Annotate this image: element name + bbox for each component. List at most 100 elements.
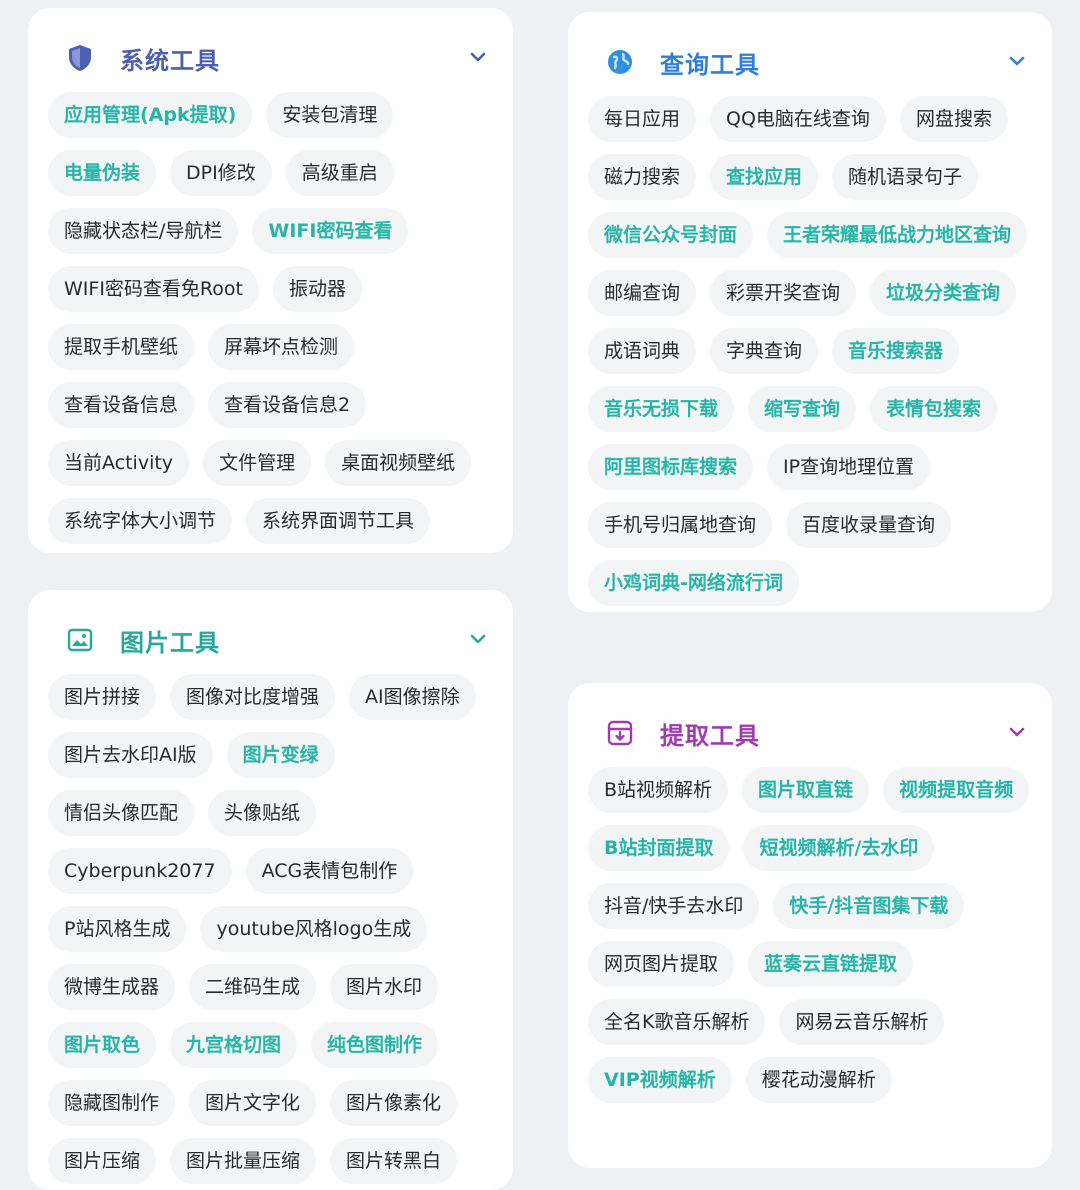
- tool-chip-list: 应用管理(Apk提取) 安装包清理电量伪装 DPI修改 高级重启 隐藏状态栏/导航栏 WI…: [48, 92, 493, 553]
- system-tools-header[interactable]: 系统工具: [48, 30, 493, 86]
- image-icon: [66, 626, 94, 654]
- query-tools-header[interactable]: 查询工具: [588, 34, 1032, 90]
- tool-chip[interactable]: 微博生成器: [48, 964, 176, 1010]
- section-title: 查询工具: [660, 50, 760, 79]
- tool-chip[interactable]: DPI修改: [170, 150, 272, 196]
- tool-chip[interactable]: 王者荣耀最低战力地区查询: [767, 212, 1028, 258]
- tool-chip[interactable]: 小鸡词典-网络流行词: [588, 560, 799, 606]
- tool-chip[interactable]: 手机号归属地查询: [588, 502, 773, 548]
- tool-chip[interactable]: 阿里图标库搜索: [588, 444, 754, 490]
- tool-chip[interactable]: 二维码生成: [189, 964, 317, 1010]
- tool-chip[interactable]: 振动器: [272, 266, 362, 312]
- tool-chip[interactable]: 磁力搜索: [588, 154, 697, 200]
- tool-chip[interactable]: 蓝奏云直链提取: [748, 941, 914, 987]
- tool-chip[interactable]: youtube风格logo生成: [200, 906, 428, 952]
- tool-chip[interactable]: B站封面提取: [588, 825, 730, 871]
- chevron-down-icon[interactable]: [467, 46, 489, 68]
- tool-chip[interactable]: 头像贴纸: [208, 790, 317, 836]
- section-title: 系统工具: [120, 46, 220, 75]
- chevron-down-icon[interactable]: [1006, 50, 1028, 72]
- tool-chip[interactable]: WIFI密码查看免Root: [48, 266, 259, 312]
- tool-chip[interactable]: 字典查询: [710, 328, 819, 374]
- extract-tools-header[interactable]: 提取工具: [588, 705, 1032, 761]
- tool-chip[interactable]: 屏幕坏点检测: [208, 324, 355, 370]
- tool-chip[interactable]: 图片取色: [48, 1022, 157, 1068]
- tool-chip[interactable]: 网易云音乐解析: [779, 999, 945, 1045]
- tool-chip[interactable]: 表情包搜索: [870, 386, 998, 432]
- tool-chip[interactable]: 全名K歌音乐解析: [588, 999, 766, 1045]
- tool-chip[interactable]: 音乐搜索器: [832, 328, 960, 374]
- tool-chip[interactable]: 每日应用: [588, 96, 697, 142]
- tool-chip[interactable]: 查看设备信息2: [208, 382, 367, 428]
- section-title: 图片工具: [120, 628, 220, 657]
- tool-chip[interactable]: 桌面视频壁纸: [325, 440, 472, 486]
- tool-chip[interactable]: 九宫格切图: [170, 1022, 298, 1068]
- image-tools-card: 图片工具 图片拼接 图像对比度增强 AI图像擦除图片去水印AI版 图片变绿 情侣头像匹配…: [28, 590, 513, 1190]
- shield-icon: [66, 44, 94, 72]
- query-tools-card: 查询工具 每日应用 QQ电脑在线查询 网盘搜索磁力搜索 查找应用 随机语录句子微信公众号…: [568, 12, 1052, 612]
- tool-chip[interactable]: 抖音/快手去水印: [588, 883, 760, 929]
- tool-chip[interactable]: 安装包清理: [266, 92, 394, 138]
- section-title: 提取工具: [660, 721, 760, 750]
- tool-chip[interactable]: 高级重启: [285, 150, 394, 196]
- tool-chip[interactable]: 视频提取音频: [883, 767, 1030, 813]
- tool-chip-list: 图片拼接 图像对比度增强 AI图像擦除图片去水印AI版 图片变绿 情侣头像匹配 头像贴纸 C…: [48, 674, 493, 1190]
- tool-chip[interactable]: 图片拼接: [48, 674, 157, 720]
- tool-chip[interactable]: 百度收录量查询: [786, 502, 952, 548]
- tool-chip[interactable]: 图像对比度增强: [170, 674, 336, 720]
- chevron-down-icon[interactable]: [467, 628, 489, 650]
- tool-chip[interactable]: 快手/抖音图集下载: [773, 883, 965, 929]
- tool-chip[interactable]: AI图像擦除: [349, 674, 476, 720]
- tool-chip[interactable]: 电量伪装: [48, 150, 157, 196]
- tool-chip[interactable]: 隐藏状态栏/导航栏: [48, 208, 239, 254]
- extract-tools-card: 提取工具 B站视频解析 图片取直链 视频提取音频 B站封面提取 短视频解析/去水印抖音/…: [568, 683, 1052, 1168]
- tool-chip[interactable]: 网页图片提取: [588, 941, 735, 987]
- tool-chip[interactable]: ACG表情包制作: [245, 848, 414, 894]
- tool-chip[interactable]: 随机语录句子: [832, 154, 979, 200]
- tool-chip[interactable]: 系统字体大小调节: [48, 498, 233, 544]
- tool-chip[interactable]: B站视频解析: [588, 767, 729, 813]
- tool-chip[interactable]: 图片批量压缩: [170, 1138, 317, 1184]
- tool-chip[interactable]: 微信公众号封面: [588, 212, 754, 258]
- tool-chip[interactable]: 图片取直链: [742, 767, 870, 813]
- tool-chip[interactable]: 成语词典: [588, 328, 697, 374]
- tool-chip[interactable]: 隐藏图制作: [48, 1080, 176, 1126]
- tool-chip[interactable]: IP查询地理位置: [767, 444, 931, 490]
- tool-chip[interactable]: Cyberpunk2077: [48, 848, 232, 894]
- tool-chip[interactable]: 图片变绿: [226, 732, 335, 778]
- tool-chip[interactable]: QQ电脑在线查询: [710, 96, 886, 142]
- tool-chip[interactable]: P站风格生成: [48, 906, 187, 952]
- tool-chip[interactable]: 缩写查询: [748, 386, 857, 432]
- tool-chip[interactable]: 提取手机壁纸: [48, 324, 195, 370]
- tool-chip[interactable]: 邮编查询: [588, 270, 697, 316]
- tool-chip[interactable]: 网盘搜索: [899, 96, 1008, 142]
- tool-chip[interactable]: 垃圾分类查询: [870, 270, 1017, 316]
- tool-chip[interactable]: 情侣头像匹配: [48, 790, 195, 836]
- tool-chip[interactable]: 应用管理(Apk提取): [48, 92, 253, 138]
- tool-chip[interactable]: 图片转黑白: [330, 1138, 458, 1184]
- tool-chip[interactable]: 樱花动漫解析: [745, 1057, 892, 1103]
- tool-chip[interactable]: 图片像素化: [330, 1080, 458, 1126]
- tool-chip[interactable]: 当前Activity: [48, 440, 190, 486]
- tool-chip-list: B站视频解析 图片取直链 视频提取音频 B站封面提取 短视频解析/去水印抖音/快手去水印…: [588, 767, 1032, 1115]
- tool-chip[interactable]: WIFI密码查看: [252, 208, 409, 254]
- tool-chip[interactable]: 图片压缩: [48, 1138, 157, 1184]
- system-tools-card: 系统工具 应用管理(Apk提取) 安装包清理电量伪装 DPI修改 高级重启 隐藏状态栏/…: [28, 8, 513, 553]
- tool-chip[interactable]: 系统界面调节工具: [246, 498, 431, 544]
- tool-chip[interactable]: 图片文字化: [189, 1080, 317, 1126]
- tool-chip[interactable]: 文件管理: [203, 440, 312, 486]
- tool-chip[interactable]: 音乐无损下载: [588, 386, 735, 432]
- tool-chip[interactable]: 纯色图制作: [311, 1022, 439, 1068]
- tool-chip[interactable]: 图片水印: [330, 964, 439, 1010]
- chevron-down-icon[interactable]: [1006, 721, 1028, 743]
- tool-chip[interactable]: 查找应用: [710, 154, 819, 200]
- image-tools-header[interactable]: 图片工具: [48, 612, 493, 668]
- tool-chip[interactable]: VIP视频解析: [588, 1057, 732, 1103]
- globe-icon: [606, 48, 634, 76]
- tool-chip-list: 每日应用 QQ电脑在线查询 网盘搜索磁力搜索 查找应用 随机语录句子微信公众号封面 王者荣…: [588, 96, 1032, 612]
- tool-chip[interactable]: 查看设备信息: [48, 382, 195, 428]
- download-box-icon: [606, 719, 634, 747]
- tool-chip[interactable]: 图片去水印AI版: [48, 732, 213, 778]
- tool-chip[interactable]: 彩票开奖查询: [710, 270, 857, 316]
- tool-chip[interactable]: 短视频解析/去水印: [743, 825, 935, 871]
